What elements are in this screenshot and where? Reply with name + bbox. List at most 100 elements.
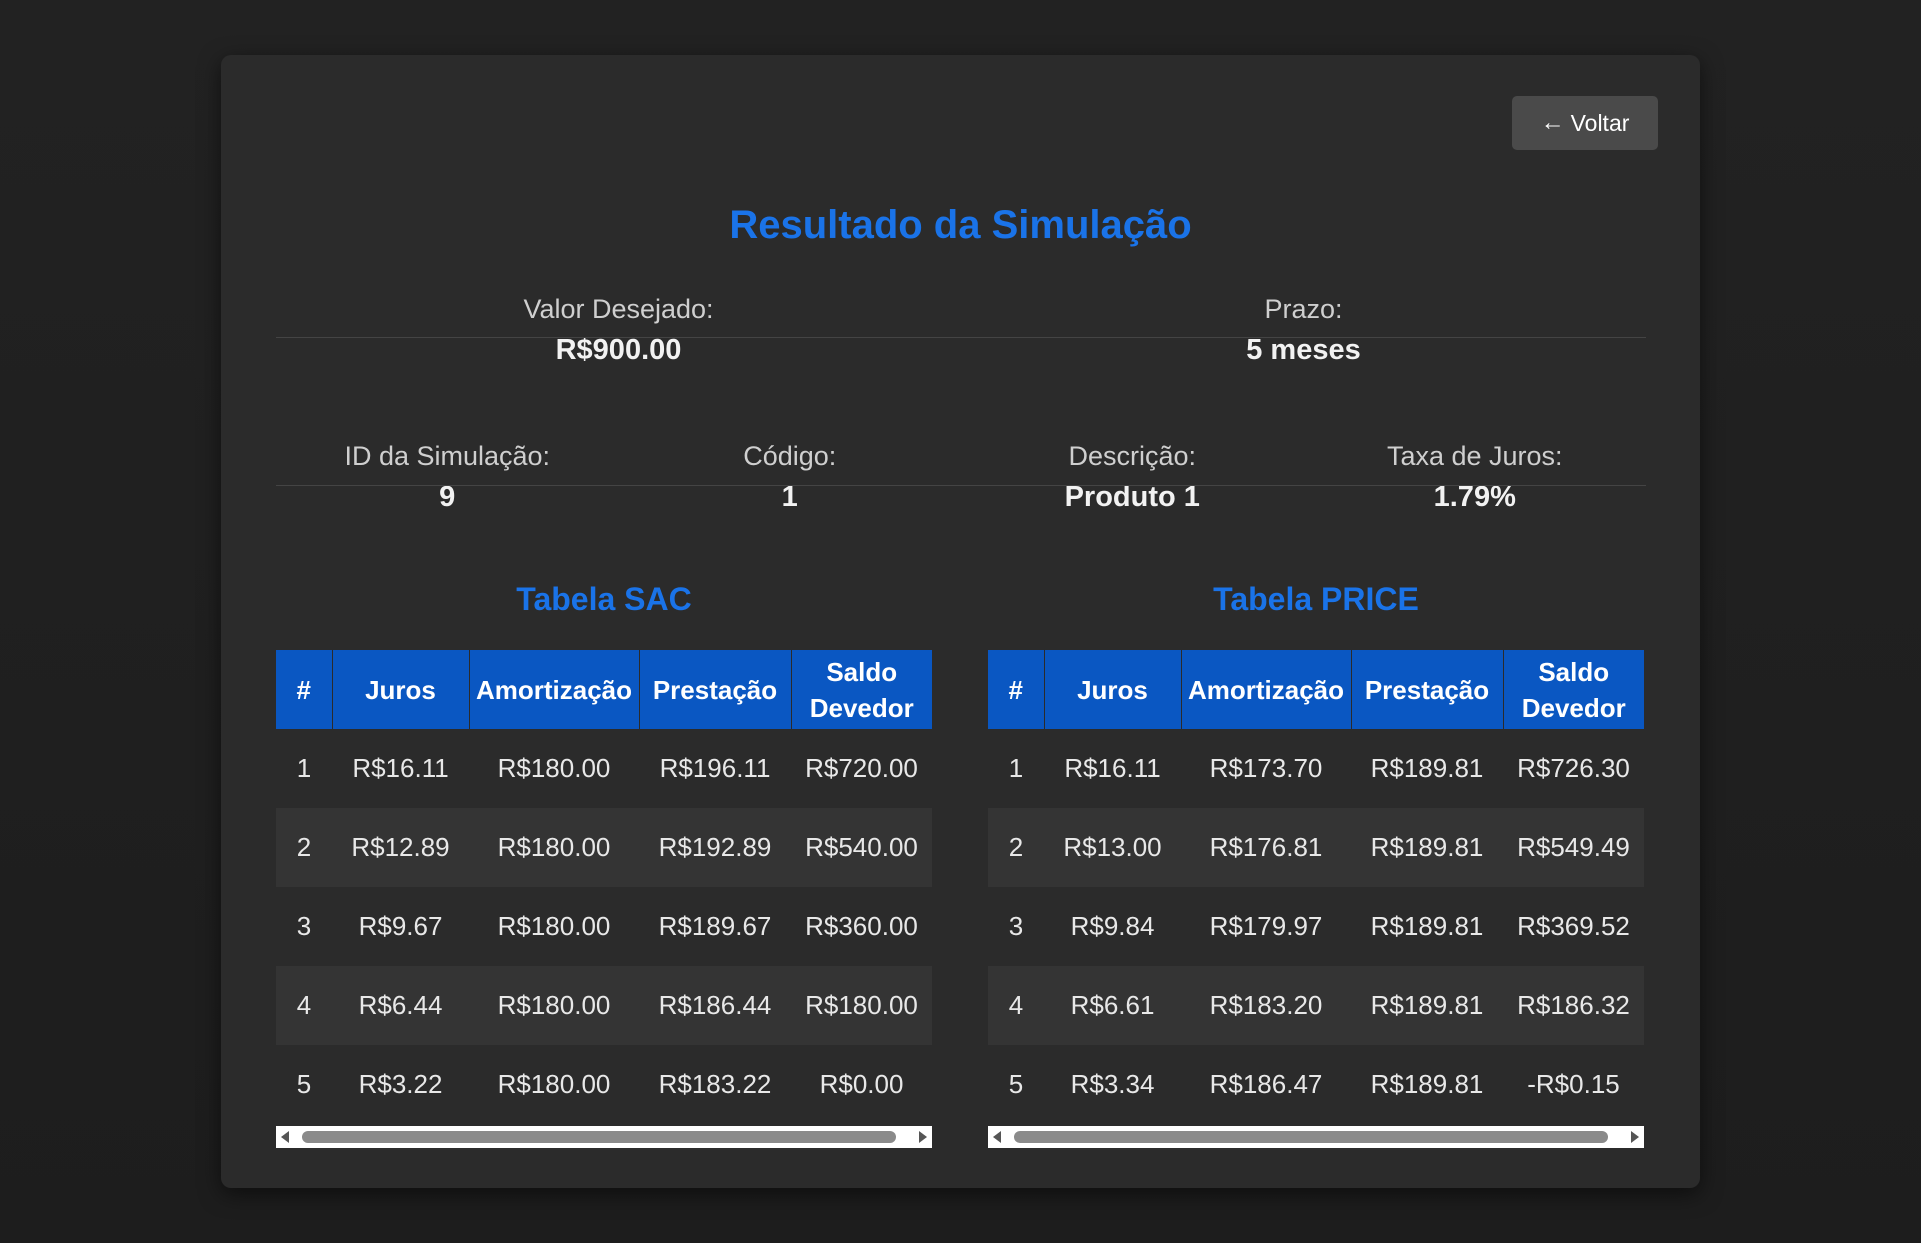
column-header: Juros — [332, 650, 470, 729]
codigo-label: Código: — [743, 441, 837, 471]
table-cell: R$16.11 — [1064, 753, 1161, 783]
prazo-value: 5 meses — [1246, 334, 1361, 366]
table-cell: R$9.67 — [358, 911, 443, 941]
summary-taxa-juros: Taxa de Juros: 1.79% — [1304, 440, 1647, 514]
table-cell: R$720.00 — [805, 753, 918, 783]
table-header-row: # Juros Amortização Prestação Saldo Deve… — [988, 650, 1644, 729]
table-cell: R$189.81 — [1370, 1069, 1484, 1099]
scrollbar-thumb[interactable] — [302, 1131, 896, 1143]
left-arrow-icon: ← — [1540, 109, 1565, 136]
prazo-label: Prazo: — [1264, 294, 1343, 324]
scroll-left-arrow-icon[interactable] — [993, 1131, 1001, 1143]
column-header: # — [276, 650, 333, 729]
table-cell: R$3.34 — [1070, 1069, 1155, 1099]
table-cell: R$180.00 — [497, 1069, 611, 1099]
table-cell: R$3.22 — [358, 1069, 443, 1099]
back-button-label: Voltar — [1570, 109, 1630, 136]
table-cell: R$183.22 — [658, 1069, 772, 1099]
descricao-label: Descrição: — [1068, 441, 1197, 471]
table-cell: 1 — [1008, 753, 1024, 783]
table-cell: R$196.11 — [659, 753, 771, 783]
sac-table-section: Tabela SAC # Juros Amortização Prestação… — [276, 560, 932, 1148]
table-cell: R$189.81 — [1370, 911, 1484, 941]
price-horizontal-scrollbar[interactable] — [988, 1126, 1644, 1148]
table-cell: R$549.49 — [1503, 808, 1644, 887]
table-row: 1 R$16.11 R$173.70 R$189.81 R$726.30 — [988, 729, 1644, 808]
page-title: Resultado da Simulação — [729, 203, 1192, 247]
id-simulacao-label: ID da Simulação: — [344, 441, 551, 471]
table-cell: R$173.70 — [1209, 753, 1323, 783]
table-row: 4 R$6.61 R$183.20 R$189.81 R$186.32 — [988, 966, 1644, 1045]
divider — [276, 337, 1646, 338]
summary-primary: Valor Desejado: R$900.00 Prazo: 5 meses — [276, 293, 1646, 367]
column-header: # — [988, 650, 1045, 729]
table-cell: R$186.32 — [1503, 966, 1644, 1045]
table-cell: R$726.30 — [1517, 753, 1630, 783]
column-header: Prestação — [639, 650, 792, 729]
column-header: Saldo Devedor — [1503, 650, 1644, 729]
table-row: 5 R$3.34 R$186.47 R$189.81 -R$0.15 — [988, 1045, 1644, 1124]
table-cell: R$6.61 — [1044, 966, 1181, 1045]
scroll-right-arrow-icon[interactable] — [1631, 1131, 1639, 1143]
column-header: Amortização — [469, 650, 640, 729]
table-cell: R$12.89 — [332, 808, 469, 887]
table-cell: R$183.20 — [1181, 966, 1351, 1045]
table-cell: 4 — [988, 966, 1044, 1045]
price-table-title: Tabela PRICE — [1213, 581, 1419, 617]
valor-desejado-label: Valor Desejado: — [523, 294, 714, 324]
table-cell: R$180.00 — [469, 966, 639, 1045]
table-cell: 2 — [988, 808, 1044, 887]
table-cell: -R$0.15 — [1527, 1069, 1620, 1099]
scrollbar-thumb[interactable] — [1014, 1131, 1608, 1143]
table-cell: R$189.67 — [658, 911, 772, 941]
price-table: # Juros Amortização Prestação Saldo Deve… — [988, 650, 1644, 1124]
table-row: 5 R$3.22 R$180.00 R$183.22 R$0.00 — [276, 1045, 932, 1124]
table-row: 2 R$12.89 R$180.00 R$192.89 R$540.00 — [276, 808, 932, 887]
table-cell: R$180.00 — [469, 808, 639, 887]
summary-codigo: Código: 1 — [619, 440, 962, 514]
column-header: Amortização — [1181, 650, 1352, 729]
table-cell: R$189.81 — [1370, 753, 1484, 783]
table-cell: R$186.47 — [1209, 1069, 1323, 1099]
table-cell: R$189.81 — [1351, 966, 1503, 1045]
table-row: 4 R$6.44 R$180.00 R$186.44 R$180.00 — [276, 966, 932, 1045]
scroll-left-arrow-icon[interactable] — [281, 1131, 289, 1143]
back-button[interactable]: ← Voltar — [1512, 96, 1658, 150]
table-cell: R$179.97 — [1209, 911, 1323, 941]
summary-valor-desejado: Valor Desejado: R$900.00 — [276, 293, 961, 367]
table-cell: 5 — [296, 1069, 312, 1099]
table-cell: R$0.00 — [819, 1069, 904, 1099]
valor-desejado-value: R$900.00 — [555, 334, 682, 366]
table-cell: 3 — [296, 911, 312, 941]
table-row: 3 R$9.84 R$179.97 R$189.81 R$369.52 — [988, 887, 1644, 966]
table-cell: R$180.00 — [791, 966, 932, 1045]
summary-descricao: Descrição: Produto 1 — [961, 440, 1304, 514]
table-header-row: # Juros Amortização Prestação Saldo Deve… — [276, 650, 932, 729]
summary-details: ID da Simulação: 9 Código: 1 Descrição: … — [276, 440, 1646, 514]
table-cell: 1 — [296, 753, 312, 783]
sac-table: # Juros Amortização Prestação Saldo Deve… — [276, 650, 932, 1124]
sac-horizontal-scrollbar[interactable] — [276, 1126, 932, 1148]
table-row: 2 R$13.00 R$176.81 R$189.81 R$549.49 — [988, 808, 1644, 887]
column-header: Prestação — [1351, 650, 1504, 729]
divider — [276, 485, 1646, 486]
table-cell: R$16.11 — [352, 753, 449, 783]
scroll-right-arrow-icon[interactable] — [919, 1131, 927, 1143]
table-cell: R$180.00 — [497, 911, 611, 941]
table-cell: R$540.00 — [791, 808, 932, 887]
table-cell: R$6.44 — [332, 966, 469, 1045]
table-cell: R$369.52 — [1517, 911, 1630, 941]
table-cell: R$180.00 — [497, 753, 611, 783]
result-card: ← Voltar Resultado da Simulação Valor De… — [221, 55, 1700, 1188]
table-cell: R$360.00 — [805, 911, 918, 941]
column-header: Saldo Devedor — [791, 650, 932, 729]
table-cell: R$176.81 — [1181, 808, 1351, 887]
column-header: Juros — [1044, 650, 1182, 729]
summary-prazo: Prazo: 5 meses — [961, 293, 1646, 367]
table-row: 3 R$9.67 R$180.00 R$189.67 R$360.00 — [276, 887, 932, 966]
table-cell: R$192.89 — [639, 808, 791, 887]
price-table-section: Tabela PRICE # Juros Amortização Prestaç… — [988, 560, 1644, 1148]
table-cell: 3 — [1008, 911, 1024, 941]
table-row: 1 R$16.11 R$180.00 R$196.11 R$720.00 — [276, 729, 932, 808]
table-cell: R$9.84 — [1070, 911, 1155, 941]
